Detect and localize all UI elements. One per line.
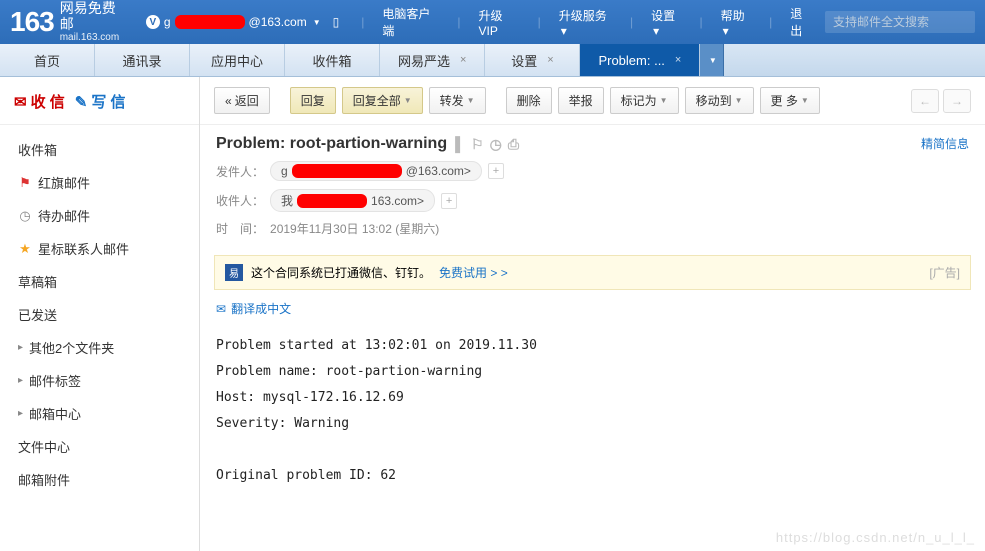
nav-help[interactable]: 帮助▾ bbox=[721, 7, 751, 38]
chevron-down-icon: ▼ bbox=[709, 56, 717, 65]
watermark: https://blog.csdn.net/n_u_l_l_ bbox=[776, 530, 975, 545]
from-pill[interactable]: g@163.com> bbox=[270, 161, 482, 181]
print-icon[interactable]: ⎙ bbox=[508, 136, 519, 153]
nav-vip[interactable]: 升级VIP bbox=[479, 7, 520, 38]
top-header: 163 网易免费邮 mail.163.com V g @163.com ▼ ▯ … bbox=[0, 0, 985, 44]
clock-outline-icon[interactable]: ◷ bbox=[490, 136, 502, 153]
user-account[interactable]: V g @163.com ▼ bbox=[146, 15, 321, 29]
phone-icon[interactable]: ▯ bbox=[333, 15, 340, 29]
tab-apps[interactable]: 应用中心 bbox=[190, 44, 285, 76]
report-button[interactable]: 举报 bbox=[558, 87, 604, 114]
time-row: 时 间： 2019年11月30日 13:02 (星期六) bbox=[216, 220, 969, 237]
promo-badge-icon: 易 bbox=[225, 264, 243, 281]
chevron-down-icon: ▼ bbox=[735, 96, 743, 105]
caret-right-icon: ▸ bbox=[18, 342, 23, 353]
nav-upgrade[interactable]: 升级服务▾ bbox=[559, 7, 612, 38]
clock-icon: ◷ bbox=[18, 208, 32, 224]
receive-button[interactable]: ✉收 信 bbox=[14, 91, 65, 112]
folder-center[interactable]: ▸邮箱中心 bbox=[0, 397, 199, 430]
close-icon[interactable]: × bbox=[460, 54, 466, 66]
tab-home[interactable]: 首页 bbox=[0, 44, 95, 76]
flag-icon: ⚑ bbox=[18, 175, 32, 191]
folder-inbox[interactable]: 收件箱 bbox=[0, 133, 199, 166]
content-pane: « 返回 回复 回复全部▼ 转发▼ 删除 举报 标记为▼ 移动到▼ 更 多▼ ←… bbox=[200, 77, 985, 551]
translate-link[interactable]: ✉翻译成中文 bbox=[216, 300, 291, 317]
message-header: Problem: root-partion-warning ▌ ⚐ ◷ ⎙ 精简… bbox=[200, 125, 985, 247]
caret-right-icon: ▸ bbox=[18, 408, 23, 419]
folder-attachments[interactable]: 邮箱附件 bbox=[0, 463, 199, 496]
tab-contacts[interactable]: 通讯录 bbox=[95, 44, 190, 76]
tab-settings[interactable]: 设置× bbox=[485, 44, 580, 76]
prev-button[interactable]: ← bbox=[911, 89, 939, 113]
reply-button[interactable]: 回复 bbox=[290, 87, 336, 114]
v-badge-icon: V bbox=[146, 15, 160, 29]
folder-others[interactable]: ▸其他2个文件夹 bbox=[0, 331, 199, 364]
folder-todo[interactable]: ◷待办邮件 bbox=[0, 199, 199, 232]
compose-icon: ✎ bbox=[75, 93, 88, 111]
nav-settings[interactable]: 设置▾ bbox=[651, 7, 681, 38]
chevron-down-icon: ▼ bbox=[313, 18, 321, 27]
tab-yanxuan[interactable]: 网易严选× bbox=[380, 44, 485, 76]
top-nav: | 电脑客户端 | 升级VIP | 升级服务▾ | 设置▾ | 帮助▾ | 退出 bbox=[361, 5, 813, 39]
chevron-down-icon: ▼ bbox=[660, 96, 668, 105]
chevron-down-icon: ▼ bbox=[404, 96, 412, 105]
logo-163: 163 bbox=[10, 6, 54, 38]
folder-files[interactable]: 文件中心 bbox=[0, 430, 199, 463]
ad-label: [广告] bbox=[929, 264, 960, 281]
back-button[interactable]: « 返回 bbox=[214, 87, 270, 114]
redaction bbox=[175, 15, 245, 29]
inbox-icon: ✉ bbox=[14, 93, 27, 111]
add-contact-button[interactable]: + bbox=[441, 193, 457, 209]
folder-starred[interactable]: ★星标联系人邮件 bbox=[0, 232, 199, 265]
search-input[interactable] bbox=[825, 11, 975, 33]
translate-icon: ✉ bbox=[216, 302, 226, 316]
star-icon: ★ bbox=[18, 241, 32, 257]
folder-flagged[interactable]: ⚑红旗邮件 bbox=[0, 166, 199, 199]
move-button[interactable]: 移动到▼ bbox=[685, 87, 754, 114]
forward-button[interactable]: 转发▼ bbox=[429, 87, 486, 114]
user-prefix: g bbox=[164, 15, 171, 29]
sidebar: ✉收 信 ✎写 信 收件箱 ⚑红旗邮件 ◷待办邮件 ★星标联系人邮件 草稿箱 已… bbox=[0, 77, 200, 551]
chevron-down-icon: ▼ bbox=[801, 96, 809, 105]
compose-button[interactable]: ✎写 信 bbox=[75, 91, 126, 112]
translate-row: ✉翻译成中文 bbox=[200, 290, 985, 327]
nav-logout[interactable]: 退出 bbox=[790, 5, 813, 39]
tab-problem[interactable]: Problem: ...× bbox=[580, 44, 700, 76]
folder-tags[interactable]: ▸邮件标签 bbox=[0, 364, 199, 397]
add-contact-button[interactable]: + bbox=[488, 163, 504, 179]
caret-right-icon: ▸ bbox=[18, 375, 23, 386]
folder-drafts[interactable]: 草稿箱 bbox=[0, 265, 199, 298]
message-body: Problem started at 13:02:01 on 2019.11.3… bbox=[200, 327, 985, 509]
next-button[interactable]: → bbox=[943, 89, 971, 113]
to-pill[interactable]: 我163.com> bbox=[270, 189, 435, 212]
more-button[interactable]: 更 多▼ bbox=[760, 87, 820, 114]
close-icon[interactable]: × bbox=[547, 54, 553, 66]
chevron-down-icon: ▼ bbox=[467, 96, 475, 105]
bookmark-icon[interactable]: ▌ bbox=[455, 136, 465, 153]
nav-desktop[interactable]: 电脑客户端 bbox=[382, 5, 439, 39]
delete-button[interactable]: 删除 bbox=[506, 87, 552, 114]
tab-inbox[interactable]: 收件箱 bbox=[285, 44, 380, 76]
subject: Problem: root-partion-warning ▌ ⚐ ◷ ⎙ bbox=[216, 135, 969, 153]
folder-sent[interactable]: 已发送 bbox=[0, 298, 199, 331]
folder-list: 收件箱 ⚑红旗邮件 ◷待办邮件 ★星标联系人邮件 草稿箱 已发送 ▸其他2个文件… bbox=[0, 125, 199, 504]
logo-text: 网易免费邮 mail.163.com bbox=[60, 1, 128, 43]
mark-button[interactable]: 标记为▼ bbox=[610, 87, 679, 114]
simple-info-link[interactable]: 精简信息 bbox=[921, 135, 969, 152]
promo-link[interactable]: 免费试用 > > bbox=[439, 264, 508, 281]
from-row: 发件人： g@163.com> + bbox=[216, 161, 969, 181]
to-row: 收件人： 我163.com> + bbox=[216, 189, 969, 212]
tab-bar: 首页 通讯录 应用中心 收件箱 网易严选× 设置× Problem: ...× … bbox=[0, 44, 985, 77]
close-icon[interactable]: × bbox=[675, 54, 681, 66]
flag-outline-icon[interactable]: ⚐ bbox=[471, 136, 484, 153]
promo-banner: 易 这个合同系统已打通微信、钉钉。 免费试用 > > [广告] bbox=[214, 255, 971, 290]
reply-all-button[interactable]: 回复全部▼ bbox=[342, 87, 423, 114]
tab-dropdown[interactable]: ▼ bbox=[700, 44, 724, 76]
message-toolbar: « 返回 回复 回复全部▼ 转发▼ 删除 举报 标记为▼ 移动到▼ 更 多▼ ←… bbox=[200, 77, 985, 125]
